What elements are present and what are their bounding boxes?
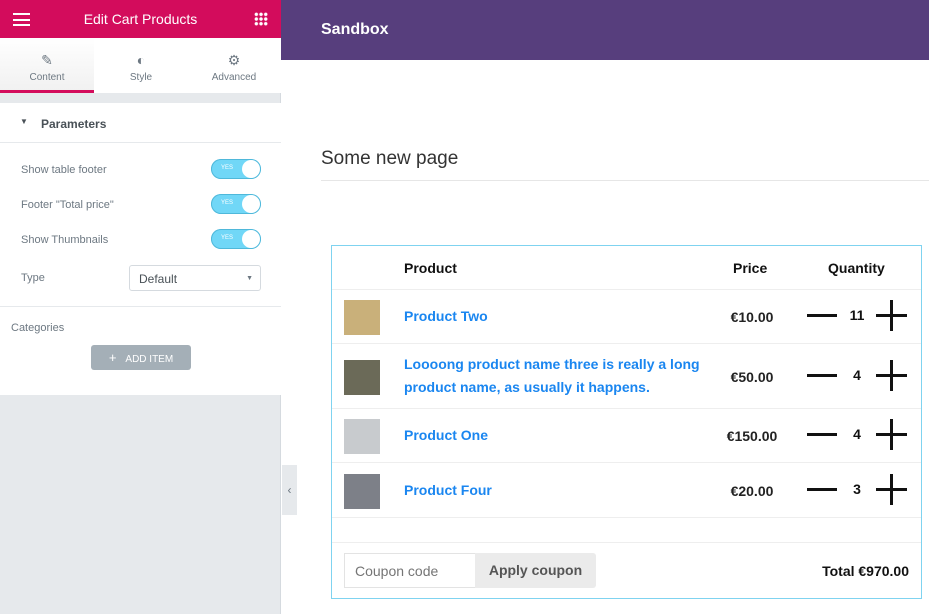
plus-icon: + (108, 350, 117, 365)
toggle-text: YES (221, 235, 234, 241)
product-link[interactable]: Loooong product name three is really a l… (404, 353, 704, 399)
product-price: €50.00 (730, 368, 774, 385)
increase-quantity-button[interactable] (876, 300, 907, 331)
decrease-quantity-button[interactable] (807, 433, 837, 436)
toggle-text: YES (221, 200, 234, 206)
quantity-value: 11 (849, 307, 865, 323)
gear-icon: ⚙ (227, 52, 241, 68)
product-thumbnail (344, 359, 380, 395)
tab-label: Style (129, 72, 153, 83)
page-title: Some new page (321, 148, 459, 169)
control-label: Type (21, 272, 45, 284)
footer-total-price-toggle[interactable]: YES (211, 194, 261, 214)
tab-label: Content (29, 72, 65, 83)
divider (0, 306, 281, 307)
add-item-button[interactable]: + ADD ITEM (91, 345, 191, 370)
control-label: Show Thumbnails (21, 234, 109, 246)
sidebar-header: Edit Cart Products (0, 0, 281, 38)
tab-content[interactable]: ✎ Content (0, 38, 94, 93)
increase-quantity-button[interactable] (876, 359, 907, 391)
column-header-product: Product (404, 260, 457, 276)
product-link[interactable]: Product Four (404, 479, 704, 502)
product-link[interactable]: Product One (404, 424, 704, 447)
cart-total: Total €970.00 (822, 563, 909, 579)
cart-row: Product One €150.00 4 (332, 408, 921, 462)
type-select[interactable]: Default ▼ (129, 265, 261, 291)
chevron-left-icon: ‹ (287, 483, 292, 497)
pencil-icon: ✎ (41, 52, 53, 68)
product-thumbnail (344, 473, 380, 509)
product-price: €20.00 (730, 482, 774, 499)
decrease-quantity-button[interactable] (807, 487, 837, 491)
decrease-quantity-button[interactable] (807, 314, 837, 317)
column-header-price: Price (733, 260, 768, 276)
tab-style[interactable]: ◐ Style (94, 38, 188, 93)
show-thumbnails-toggle[interactable]: YES (211, 229, 261, 249)
quantity-value: 4 (853, 426, 861, 442)
editor-sidebar: Edit Cart Products ✎ Content ◐ Style ⚙ Adva… (0, 0, 281, 614)
cart-products-widget: Product Price Quantity Product Two €10.0… (331, 245, 922, 599)
button-label: ADD ITEM (125, 354, 174, 365)
tab-advanced[interactable]: ⚙ Advanced (187, 38, 281, 93)
select-value: Default (139, 272, 178, 286)
tab-label: Advanced (211, 72, 257, 83)
cart-row: Loooong product name three is really a l… (332, 343, 921, 408)
caret-down-icon: ▼ (246, 275, 253, 282)
collapse-panel-handle[interactable]: ‹ (282, 465, 297, 515)
product-price: €10.00 (730, 309, 774, 325)
product-thumbnail (344, 419, 380, 454)
toggle-text: YES (221, 165, 234, 171)
control-label: Footer "Total price" (21, 199, 114, 211)
product-price: €150.00 (726, 428, 778, 444)
categories-label: Categories (11, 322, 65, 334)
decrease-quantity-button[interactable] (807, 373, 837, 377)
product-thumbnail (344, 300, 380, 335)
panel-tabs: ✎ Content ◐ Style ⚙ Advanced (0, 38, 281, 93)
cart-row: Product Four €20.00 3 (332, 462, 921, 517)
product-link[interactable]: Product Two (404, 305, 704, 328)
increase-quantity-button[interactable] (876, 419, 907, 450)
sidebar-title: Edit Cart Products (83, 11, 198, 27)
section-title: Parameters (41, 117, 107, 131)
divider (332, 517, 921, 518)
apply-coupon-button[interactable]: Apply coupon (475, 553, 596, 588)
contrast-icon: ◐ (136, 52, 146, 68)
site-header: Sandbox (281, 0, 929, 60)
apps-grid-icon[interactable] (254, 12, 268, 26)
site-name[interactable]: Sandbox (321, 21, 389, 39)
column-header-quantity: Quantity (828, 260, 885, 276)
quantity-value: 4 (853, 366, 861, 383)
cart-row: Product Two €10.00 11 (332, 289, 921, 343)
increase-quantity-button[interactable] (876, 473, 907, 505)
caret-down-icon: ▼ (20, 117, 28, 126)
section-parameters[interactable]: ▼ Parameters (0, 103, 281, 143)
divider (321, 180, 929, 181)
show-table-footer-toggle[interactable]: YES (211, 159, 261, 179)
control-label: Show table footer (21, 164, 107, 176)
quantity-value: 3 (853, 480, 861, 497)
coupon-code-input[interactable] (344, 553, 476, 588)
divider (332, 542, 921, 543)
